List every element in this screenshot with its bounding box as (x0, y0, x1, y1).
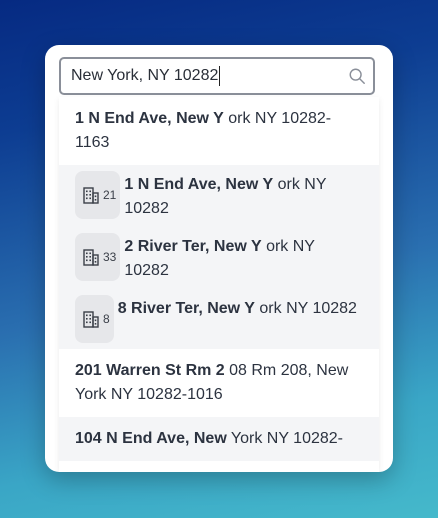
unit-count-badge: 8 (75, 295, 114, 343)
suggestion-item[interactable]: 201 Warren St Rm 2 08 Rm 208, New York N… (59, 349, 379, 417)
suggestion-match-text: 1 N End Ave, New Y (75, 110, 224, 127)
suggestion-text: 8 River Ter, New Y ork NY 10282 (118, 295, 357, 321)
unit-count-badge: 33 (75, 233, 121, 281)
unit-count-badge: 21 (75, 171, 121, 219)
suggestion-subitem[interactable]: 33 2 River Ter, New Y ork NY 10282 (59, 227, 379, 289)
suggestion-subitem[interactable]: 21 1 N End Ave, New Y ork NY 10282 (59, 165, 379, 227)
building-icon (83, 187, 99, 204)
search-icon[interactable] (348, 67, 366, 85)
suggestion-match-text: 8 River Ter, New Y (117, 300, 255, 317)
suggestion-item[interactable]: 1 N End Ave, New Y ork NY 10282-1163 (59, 97, 379, 165)
search-input[interactable] (71, 65, 341, 87)
suggestion-match-text: 2 River Ter, New Y (124, 238, 262, 255)
unit-count: 33 (103, 250, 117, 264)
building-icon (83, 311, 99, 328)
unit-count: 21 (103, 188, 117, 202)
suggestions-list: 1 N End Ave, New Y ork NY 10282-1163 21 … (59, 97, 379, 472)
suggestion-text: 2 River Ter, New Y ork NY 10282 (124, 233, 363, 283)
suggestion-subitem[interactable]: 8 8 River Ter, New Y ork NY 10282 (59, 289, 379, 349)
suggestion-match-text: 1 N End Ave, New Y (124, 176, 274, 193)
unit-count: 8 (103, 312, 110, 326)
search-box[interactable] (59, 57, 375, 95)
search-card: 1 N End Ave, New Y ork NY 10282-1163 21 … (45, 45, 393, 472)
suggestion-match-text: 104 N End Ave, New (75, 430, 227, 447)
suggestion-text: 1 N End Ave, New Y ork NY 10282 (124, 171, 363, 221)
suggestion-rest-text: ork NY 10282 (254, 300, 357, 317)
text-caret (219, 66, 220, 86)
suggestion-match-text: 201 Warren St Rm 2 (75, 362, 225, 379)
suggestion-item[interactable]: 104 N End Ave, New York NY 10282- (59, 417, 379, 461)
suggestion-rest-text: York NY 10282- (226, 430, 343, 447)
building-icon (83, 249, 99, 266)
